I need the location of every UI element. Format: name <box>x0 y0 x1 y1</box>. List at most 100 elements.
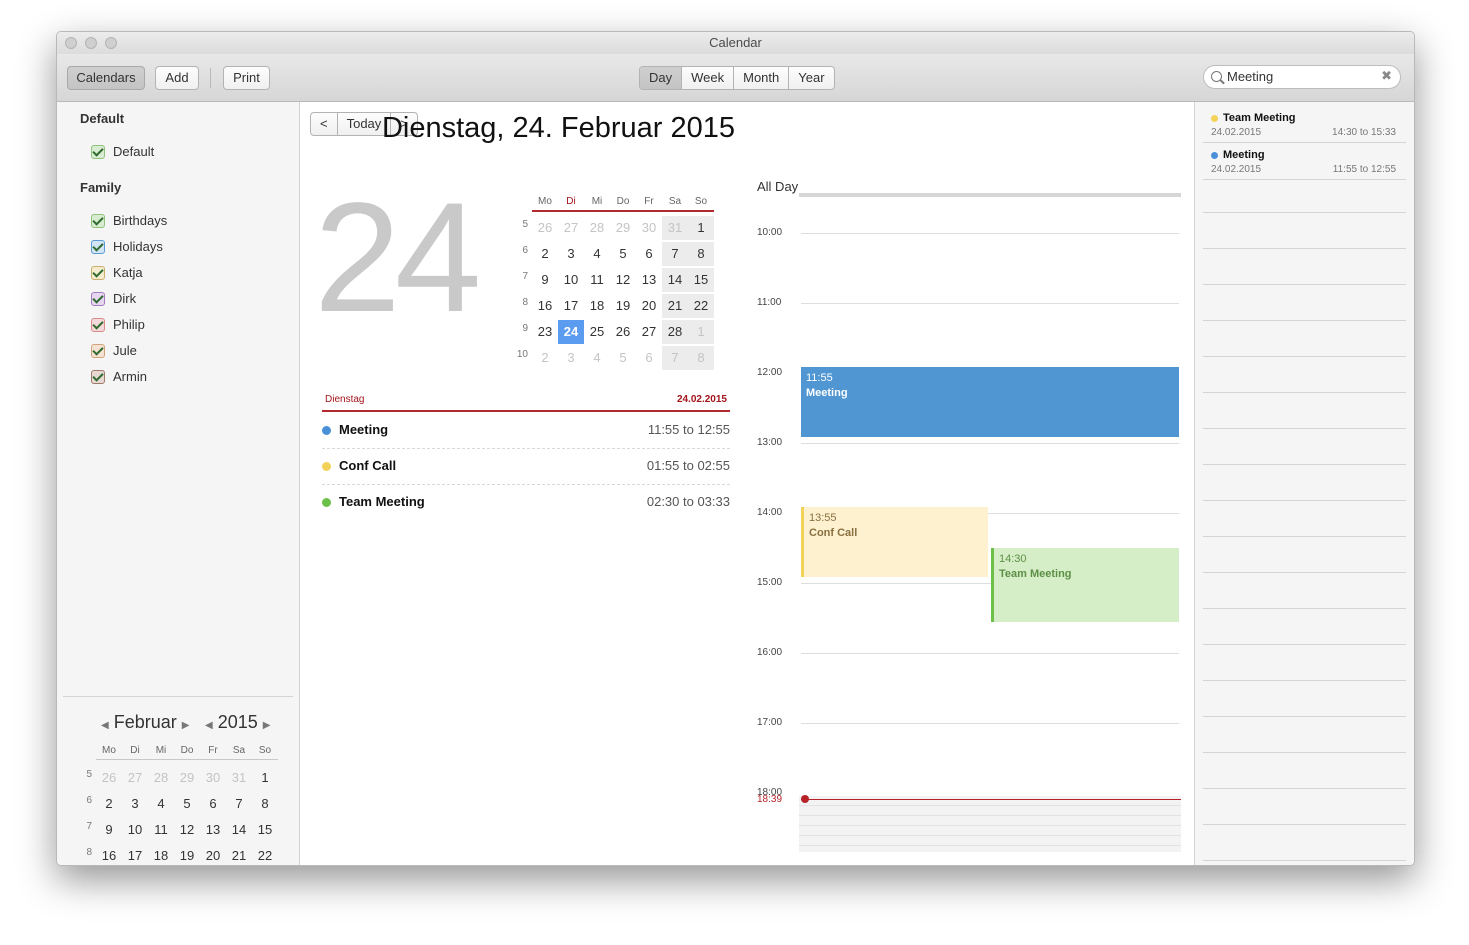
calendar-day-cell[interactable]: 11 <box>584 268 610 292</box>
checkbox-icon[interactable] <box>91 292 105 306</box>
calendar-day-cell[interactable]: 31 <box>662 216 688 240</box>
calendar-day-cell[interactable]: 20 <box>636 294 662 318</box>
calendar-day-cell[interactable]: 29 <box>174 766 200 790</box>
calendar-day-cell[interactable]: 8 <box>688 346 714 370</box>
checkbox-icon[interactable] <box>91 240 105 254</box>
calendar-day-cell[interactable]: 18 <box>584 294 610 318</box>
calendar-day-cell[interactable]: 25 <box>584 320 610 344</box>
calendar-day-cell[interactable]: 15 <box>252 818 278 842</box>
calendar-day-cell[interactable]: 28 <box>584 216 610 240</box>
calendar-day-cell[interactable]: 4 <box>148 792 174 816</box>
minimize-window-button[interactable] <box>85 37 97 49</box>
next-year-icon[interactable]: ▶ <box>263 720 271 731</box>
calendar-day-cell[interactable]: 6 <box>636 242 662 266</box>
calendar-day-cell[interactable]: 12 <box>610 268 636 292</box>
calendar-day-cell[interactable]: 14 <box>226 818 252 842</box>
event-block-meeting[interactable]: 11:55 Meeting <box>801 367 1179 437</box>
prev-year-icon[interactable]: ◀ <box>205 720 213 731</box>
checkbox-icon[interactable] <box>91 370 105 384</box>
search-input[interactable]: Meeting <box>1227 69 1273 84</box>
agenda-item-conf-call[interactable]: Conf Call 01:55 to 02:55 <box>322 448 730 485</box>
checkbox-icon[interactable] <box>91 214 105 228</box>
calendar-day-cell[interactable]: 24 <box>558 320 584 344</box>
close-window-button[interactable] <box>65 37 77 49</box>
calendar-day-cell[interactable]: 26 <box>610 320 636 344</box>
calendar-day-cell[interactable]: 16 <box>96 844 122 865</box>
calendar-day-cell[interactable]: 3 <box>558 346 584 370</box>
calendar-day-cell[interactable]: 2 <box>532 242 558 266</box>
event-block-conf-call[interactable]: 13:55 Conf Call <box>801 507 988 577</box>
calendar-day-cell[interactable]: 13 <box>200 818 226 842</box>
calendar-day-cell[interactable]: 9 <box>96 818 122 842</box>
tab-year[interactable]: Year <box>789 67 833 89</box>
print-button[interactable]: Print <box>223 66 270 90</box>
calendar-day-cell[interactable]: 16 <box>532 294 558 318</box>
search-result-item[interactable]: Meeting 24.02.2015 11:55 to 12:55 <box>1203 143 1406 180</box>
calendar-day-cell[interactable]: 13 <box>636 268 662 292</box>
add-button[interactable]: Add <box>155 66 199 90</box>
tab-month[interactable]: Month <box>734 67 790 89</box>
calendar-day-cell[interactable]: 15 <box>688 268 714 292</box>
calendar-day-cell[interactable]: 29 <box>610 216 636 240</box>
calendar-day-cell[interactable]: 21 <box>662 294 688 318</box>
calendar-day-cell[interactable]: 17 <box>122 844 148 865</box>
calendar-day-cell[interactable]: 20 <box>200 844 226 865</box>
agenda-item-team-meeting[interactable]: Team Meeting 02:30 to 03:33 <box>322 484 730 520</box>
calendar-day-cell[interactable]: 22 <box>688 294 714 318</box>
calendar-day-cell[interactable]: 18 <box>148 844 174 865</box>
calendar-day-cell[interactable]: 5 <box>174 792 200 816</box>
calendar-day-cell[interactable]: 8 <box>688 242 714 266</box>
calendar-day-cell[interactable]: 27 <box>122 766 148 790</box>
calendar-day-cell[interactable]: 6 <box>636 346 662 370</box>
calendar-day-cell[interactable]: 5 <box>610 242 636 266</box>
calendar-day-cell[interactable]: 19 <box>610 294 636 318</box>
calendar-day-cell[interactable]: 7 <box>226 792 252 816</box>
checkbox-icon[interactable] <box>91 145 105 159</box>
calendar-day-cell[interactable]: 26 <box>96 766 122 790</box>
calendar-day-cell[interactable]: 12 <box>174 818 200 842</box>
event-block-team-meeting[interactable]: 14:30 Team Meeting <box>991 548 1179 622</box>
tab-week[interactable]: Week <box>682 67 735 89</box>
calendar-day-cell[interactable]: 2 <box>96 792 122 816</box>
calendar-day-cell[interactable]: 10 <box>558 268 584 292</box>
all-day-row[interactable] <box>799 193 1181 197</box>
calendar-day-cell[interactable]: 21 <box>226 844 252 865</box>
calendar-day-cell[interactable]: 7 <box>662 242 688 266</box>
calendar-day-cell[interactable]: 11 <box>148 818 174 842</box>
calendar-day-cell[interactable]: 27 <box>636 320 662 344</box>
calendar-day-cell[interactable]: 3 <box>558 242 584 266</box>
checkbox-icon[interactable] <box>91 318 105 332</box>
calendars-button[interactable]: Calendars <box>67 66 145 90</box>
calendar-day-cell[interactable]: 14 <box>662 268 688 292</box>
next-month-icon[interactable]: ▶ <box>182 720 190 731</box>
calendar-day-cell[interactable]: 1 <box>688 216 714 240</box>
calendar-day-cell[interactable]: 6 <box>200 792 226 816</box>
search-field[interactable]: Meeting ✖ <box>1203 65 1401 89</box>
calendar-day-cell[interactable]: 5 <box>610 346 636 370</box>
calendar-day-cell[interactable]: 27 <box>558 216 584 240</box>
calendar-day-cell[interactable]: 4 <box>584 242 610 266</box>
calendar-day-cell[interactable]: 1 <box>252 766 278 790</box>
prev-day-button[interactable]: < <box>311 113 338 135</box>
calendar-day-cell[interactable]: 26 <box>532 216 558 240</box>
clear-search-icon[interactable]: ✖ <box>1381 68 1392 84</box>
calendar-day-cell[interactable]: 19 <box>174 844 200 865</box>
calendar-day-cell[interactable]: 10 <box>122 818 148 842</box>
calendar-day-cell[interactable]: 17 <box>558 294 584 318</box>
search-result-item[interactable]: Team Meeting 24.02.2015 14:30 to 15:33 <box>1203 106 1406 143</box>
calendar-day-cell[interactable]: 28 <box>662 320 688 344</box>
checkbox-icon[interactable] <box>91 344 105 358</box>
calendar-day-cell[interactable]: 28 <box>148 766 174 790</box>
checkbox-icon[interactable] <box>91 266 105 280</box>
calendar-day-cell[interactable]: 8 <box>252 792 278 816</box>
calendar-day-cell[interactable]: 2 <box>532 346 558 370</box>
calendar-day-cell[interactable]: 7 <box>662 346 688 370</box>
calendar-day-cell[interactable]: 3 <box>122 792 148 816</box>
calendar-day-cell[interactable]: 23 <box>532 320 558 344</box>
zoom-window-button[interactable] <box>105 37 117 49</box>
calendar-day-cell[interactable]: 4 <box>584 346 610 370</box>
calendar-day-cell[interactable]: 30 <box>636 216 662 240</box>
calendar-day-cell[interactable]: 31 <box>226 766 252 790</box>
calendar-day-cell[interactable]: 22 <box>252 844 278 865</box>
calendar-day-cell[interactable]: 1 <box>688 320 714 344</box>
